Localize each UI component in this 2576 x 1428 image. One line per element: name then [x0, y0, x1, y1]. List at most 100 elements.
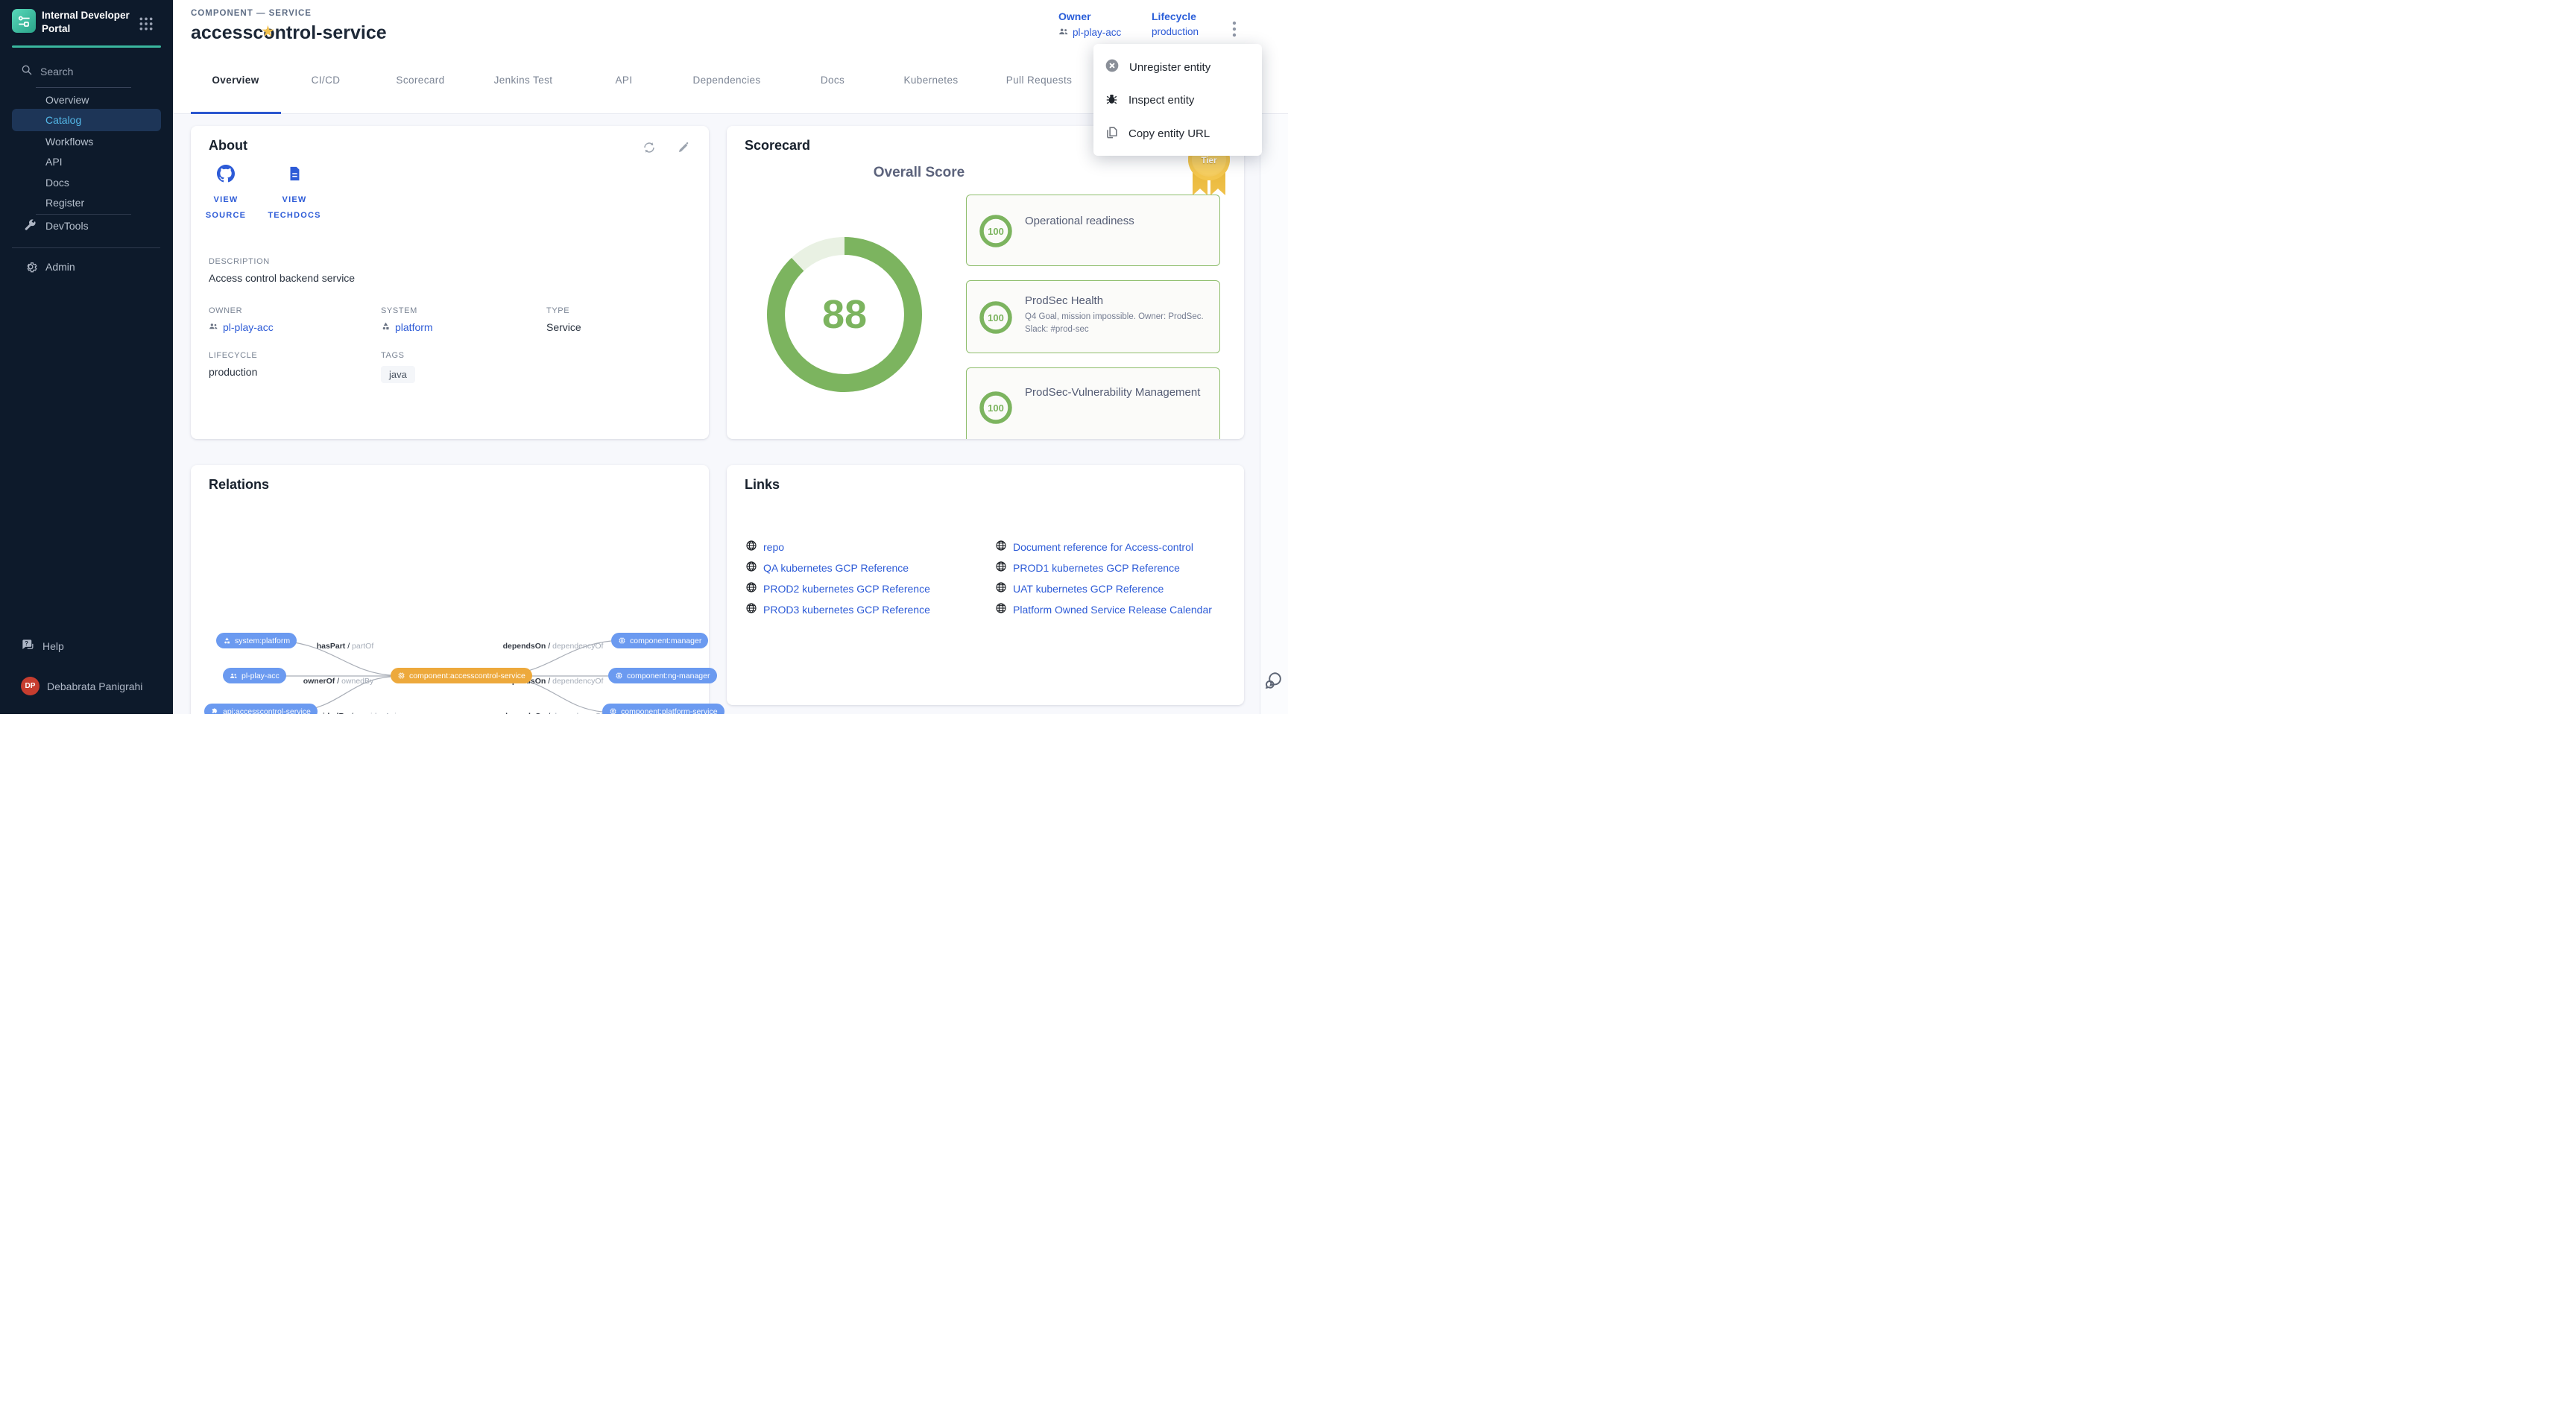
sidebar-item-register[interactable]: Register	[12, 192, 161, 213]
relations-card: Relations system:platform pl-play-acc	[191, 465, 709, 714]
lifecycle-label: Lifecycle	[1152, 10, 1199, 22]
tags-field: TAGS java	[381, 351, 415, 383]
view-techdocs-button[interactable]: VIEW TECHDOCS	[262, 165, 326, 224]
link-prod1-kubernetes[interactable]: PROD1 kubernetes GCP Reference	[995, 560, 1180, 575]
link-label: QA kubernetes GCP Reference	[763, 562, 909, 574]
link-doc-reference[interactable]: Document reference for Access-control	[995, 540, 1193, 554]
globe-icon	[995, 602, 1007, 616]
apps-grid-icon[interactable]	[139, 16, 154, 31]
link-repo[interactable]: repo	[745, 540, 784, 554]
sidebar-search[interactable]: Search	[21, 64, 73, 78]
tab-jenkins-test[interactable]: Jenkins Test	[494, 75, 553, 86]
owner-value-link[interactable]: pl-play-acc	[223, 321, 274, 333]
link-label: PROD1 kubernetes GCP Reference	[1013, 562, 1180, 574]
sidebar-item-label: Workflows	[45, 136, 93, 148]
sidebar-item-workflows[interactable]: Workflows	[12, 131, 161, 152]
scorecard-badge[interactable]: 100 ProdSec Health Q4 Goal, mission impo…	[966, 280, 1220, 353]
link-label: PROD2 kubernetes GCP Reference	[763, 583, 930, 595]
tab-pull-requests[interactable]: Pull Requests	[1006, 75, 1073, 86]
kebab-menu-icon[interactable]	[1227, 19, 1242, 39]
view-source-button[interactable]: VIEW SOURCE	[194, 165, 258, 224]
globe-icon	[745, 560, 757, 575]
favorite-star-icon[interactable]: ★	[261, 22, 275, 41]
description-label: DESCRIPTION	[209, 257, 355, 266]
gear-icon	[24, 260, 37, 274]
tab-cicd[interactable]: CI/CD	[312, 75, 341, 86]
sidebar-item-help[interactable]: Help	[21, 638, 64, 654]
graph-node-system-platform[interactable]: system:platform	[216, 633, 297, 648]
link-label: UAT kubernetes GCP Reference	[1013, 583, 1164, 595]
graph-node-api-accesscontrol-service[interactable]: api:accesscontrol-service	[204, 704, 318, 714]
chat-bubbles-icon[interactable]	[1264, 671, 1284, 690]
app-title: Internal Developer Portal	[42, 9, 137, 35]
node-label: component:manager	[630, 636, 701, 645]
sidebar-item-label: Catalog	[45, 114, 81, 126]
link-label: repo	[763, 541, 784, 553]
edit-pencil-icon[interactable]	[677, 141, 690, 154]
graph-node-component-platform-service[interactable]: component:platform-service	[602, 704, 724, 714]
sidebar-user[interactable]: DP Debabrata Panigrahi	[21, 677, 142, 695]
lifecycle-meta: Lifecycle production	[1152, 10, 1199, 37]
tab-api[interactable]: API	[616, 75, 633, 86]
globe-icon	[745, 602, 757, 616]
bug-icon	[1105, 92, 1119, 109]
graph-node-pl-play-acc[interactable]: pl-play-acc	[223, 668, 286, 683]
app-logo[interactable]: Internal Developer Portal	[12, 9, 137, 35]
lifecycle-value: production	[209, 366, 257, 378]
menu-item-unregister-entity[interactable]: Unregister entity	[1093, 53, 1262, 81]
scorecard-card: Scorecard Overall Score 88 100 Operation…	[727, 126, 1244, 439]
owner-link[interactable]: pl-play-acc	[1073, 27, 1121, 38]
scorecard-badge[interactable]: 100 Operational readiness	[966, 195, 1220, 266]
avatar: DP	[21, 677, 40, 695]
sidebar-item-api[interactable]: API	[12, 151, 161, 172]
view-source-label: VIEW SOURCE	[203, 192, 249, 224]
sidebar-item-catalog[interactable]: Catalog	[12, 109, 161, 131]
sidebar-divider	[36, 214, 131, 215]
sidebar-item-devtools[interactable]: DevTools	[12, 215, 161, 236]
link-release-calendar[interactable]: Platform Owned Service Release Calendar	[995, 602, 1212, 616]
tag-chip[interactable]: java	[381, 366, 415, 383]
tab-overview[interactable]: Overview	[212, 75, 259, 86]
graph-node-component-manager[interactable]: component:manager	[611, 633, 708, 648]
sidebar-item-label: Register	[45, 197, 84, 209]
graph-node-component-ng-manager[interactable]: component:ng-manager	[608, 668, 717, 683]
help-chat-icon	[21, 638, 35, 654]
graph-node-component-accesscontrol-service[interactable]: component:accesscontrol-service	[391, 668, 532, 683]
sidebar-item-admin[interactable]: Admin	[12, 256, 161, 277]
link-prod3-kubernetes[interactable]: PROD3 kubernetes GCP Reference	[745, 602, 930, 616]
tags-label: TAGS	[381, 351, 415, 360]
x-circle-icon	[1105, 58, 1120, 76]
menu-item-label: Copy entity URL	[1128, 127, 1210, 140]
node-label: system:platform	[235, 636, 290, 645]
tab-docs[interactable]: Docs	[821, 75, 845, 86]
type-value: Service	[546, 321, 581, 333]
globe-icon	[995, 560, 1007, 575]
node-label: component:ng-manager	[627, 672, 710, 680]
about-title: About	[209, 138, 247, 154]
menu-item-inspect-entity[interactable]: Inspect entity	[1093, 83, 1262, 117]
system-value-link[interactable]: platform	[395, 321, 433, 333]
active-tab-indicator	[191, 112, 281, 114]
overall-score-donut: 88	[763, 233, 926, 397]
tab-dependencies[interactable]: Dependencies	[692, 75, 760, 86]
badge-title: ProdSec Health	[1025, 293, 1202, 309]
link-uat-kubernetes[interactable]: UAT kubernetes GCP Reference	[995, 581, 1164, 595]
sidebar-item-overview[interactable]: Overview	[12, 89, 161, 110]
menu-item-copy-entity-url[interactable]: Copy entity URL	[1093, 119, 1262, 148]
badge-title: ProdSec-Vulnerability Management	[1025, 385, 1202, 401]
tab-kubernetes[interactable]: Kubernetes	[903, 75, 958, 86]
link-label: PROD3 kubernetes GCP Reference	[763, 604, 930, 616]
lifecycle-value[interactable]: production	[1152, 26, 1199, 37]
link-prod2-kubernetes[interactable]: PROD2 kubernetes GCP Reference	[745, 581, 930, 595]
link-qa-kubernetes[interactable]: QA kubernetes GCP Reference	[745, 560, 909, 575]
refresh-icon[interactable]	[643, 141, 656, 154]
scorecard-title: Scorecard	[745, 138, 810, 154]
copy-icon	[1105, 125, 1119, 142]
tab-scorecard[interactable]: Scorecard	[396, 75, 444, 86]
badge-subtitle: Q4 Goal, mission impossible. Owner: Prod…	[1025, 311, 1204, 337]
scorecard-badge[interactable]: 100 ProdSec-Vulnerability Management	[966, 367, 1220, 439]
sidebar-item-label: DevTools	[45, 220, 89, 232]
sidebar-item-docs[interactable]: Docs	[12, 172, 161, 193]
relations-graph[interactable]: system:platform pl-play-acc api:accessco…	[191, 465, 709, 714]
user-name: Debabrata Panigrahi	[47, 680, 142, 692]
